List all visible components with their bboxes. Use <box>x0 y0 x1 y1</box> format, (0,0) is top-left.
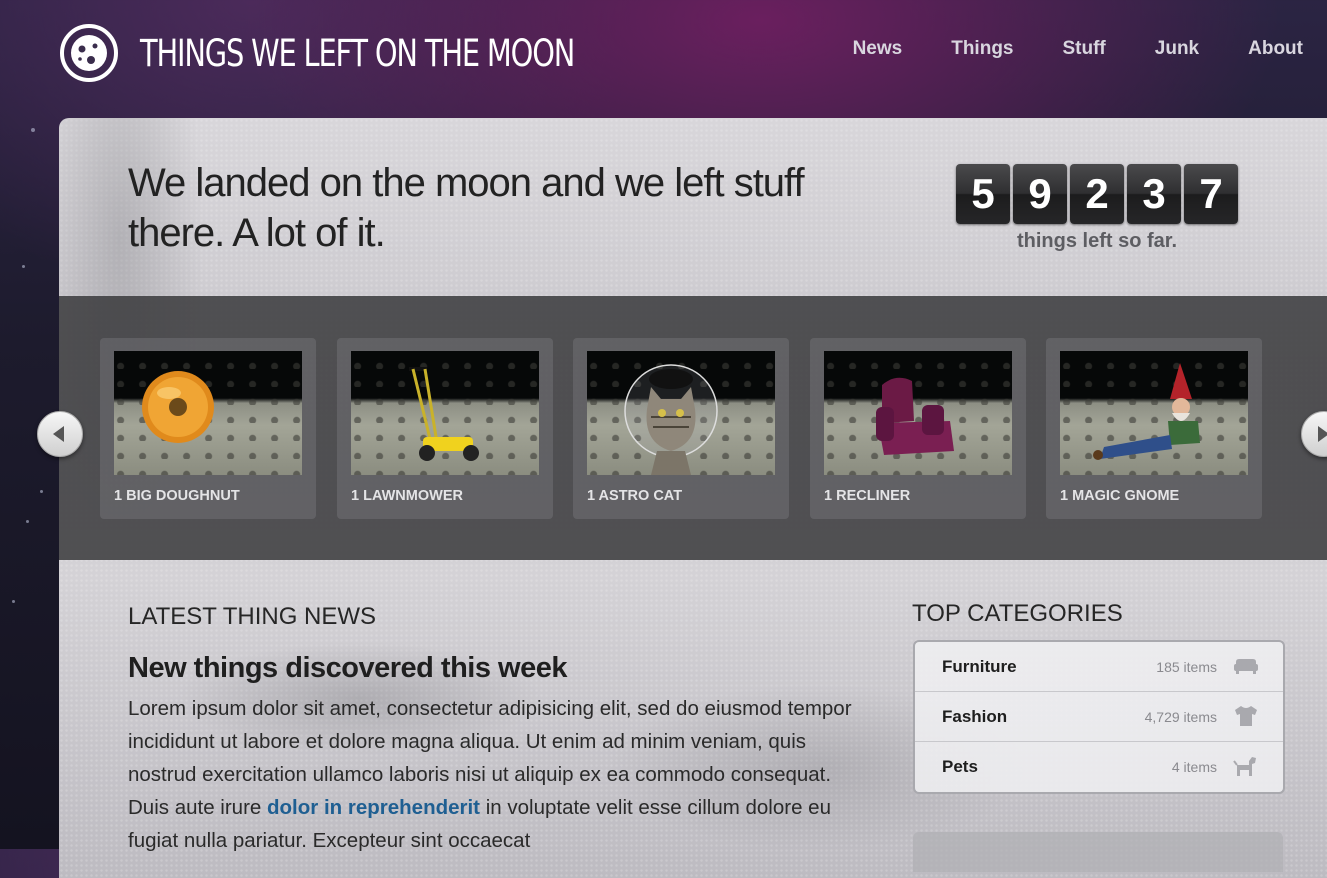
counter-digit: 3 <box>1127 164 1181 224</box>
tshirt-icon <box>1235 706 1257 726</box>
carousel-prev-button[interactable] <box>37 411 83 457</box>
carousel-item-label: 1 BIG DOUGHNUT <box>114 488 240 504</box>
star <box>31 128 35 132</box>
star <box>12 600 15 603</box>
category-count: 185 items <box>1156 659 1217 675</box>
news-headline: New things discovered this week <box>128 652 567 684</box>
carousel-item-label: 1 RECLINER <box>824 488 911 504</box>
things-carousel: 1 BIG DOUGHNUT 1 LAWNMOWER 1 ASTRO CAT 1… <box>59 296 1327 560</box>
nav-item-things[interactable]: Things <box>951 38 1013 60</box>
hero-headline: We landed on the moon and we left stuff … <box>128 161 805 255</box>
counter-digit: 7 <box>1184 164 1238 224</box>
star <box>40 490 43 493</box>
category-item-furniture[interactable]: Furniture 185 items <box>915 642 1283 692</box>
category-count: 4 items <box>1171 759 1217 775</box>
carousel-item-recliner[interactable]: 1 RECLINER <box>810 338 1026 519</box>
category-item-fashion[interactable]: Fashion 4,729 items <box>915 692 1283 742</box>
counter-digits: 5 9 2 3 7 <box>954 164 1240 224</box>
category-name: Pets <box>942 757 978 776</box>
carousel-item-astro-cat[interactable]: 1 ASTRO CAT <box>573 338 789 519</box>
doughnut-image <box>114 351 302 475</box>
category-item-pets[interactable]: Pets 4 items <box>915 742 1283 791</box>
star <box>22 265 25 268</box>
main-nav: News Things Stuff Junk About <box>804 38 1303 60</box>
counter-digit: 5 <box>956 164 1010 224</box>
sofa-icon <box>1234 659 1258 674</box>
news-section-title: LATEST THING NEWS <box>128 603 377 630</box>
main-panel: We landed on the moon and we left stuff … <box>59 118 1327 878</box>
counter-caption: things left so far. <box>1016 230 1178 252</box>
nav-item-stuff[interactable]: Stuff <box>1063 38 1106 60</box>
carousel-item-label: 1 ASTRO CAT <box>587 488 683 504</box>
gnome-image <box>1060 351 1248 475</box>
carousel-item-magic-gnome[interactable]: 1 MAGIC GNOME <box>1046 338 1262 519</box>
site-brand[interactable]: THINGS WE LEFT ON THE MOON <box>58 22 697 84</box>
carousel-next-button[interactable] <box>1301 411 1327 457</box>
nav-item-junk[interactable]: Junk <box>1155 38 1199 60</box>
category-count: 4,729 items <box>1144 709 1217 725</box>
nav-item-news[interactable]: News <box>853 38 903 60</box>
sidebar-next-widget <box>913 832 1283 872</box>
carousel-item-label: 1 LAWNMOWER <box>351 488 463 504</box>
dog-icon <box>1233 757 1256 776</box>
recliner-image <box>824 351 1012 475</box>
category-name: Furniture <box>942 657 1017 676</box>
news-body: Lorem ipsum dolor sit amet, consectetur … <box>128 692 858 857</box>
chevron-left-icon <box>53 426 64 442</box>
astro-cat-image <box>587 351 775 475</box>
site-title: THINGS WE LEFT ON THE MOON <box>140 31 575 75</box>
carousel-item-doughnut[interactable]: 1 BIG DOUGHNUT <box>100 338 316 519</box>
lawnmower-image <box>351 351 539 475</box>
chevron-right-icon <box>1318 426 1327 442</box>
nav-item-about[interactable]: About <box>1248 38 1303 60</box>
categories-section-title: TOP CATEGORIES <box>912 600 1123 627</box>
category-name: Fashion <box>942 707 1008 726</box>
things-counter: 5 9 2 3 7 things left so far. <box>954 164 1240 253</box>
counter-digit: 9 <box>1013 164 1067 224</box>
star <box>26 520 29 523</box>
top-categories-list: Furniture 185 items Fashion 4,729 items … <box>913 640 1285 794</box>
news-body-link[interactable]: dolor in reprehenderit <box>267 796 480 819</box>
counter-digit: 2 <box>1070 164 1124 224</box>
moon-logo-icon <box>60 24 118 82</box>
carousel-item-label: 1 MAGIC GNOME <box>1060 488 1180 504</box>
carousel-item-lawnmower[interactable]: 1 LAWNMOWER <box>337 338 553 519</box>
